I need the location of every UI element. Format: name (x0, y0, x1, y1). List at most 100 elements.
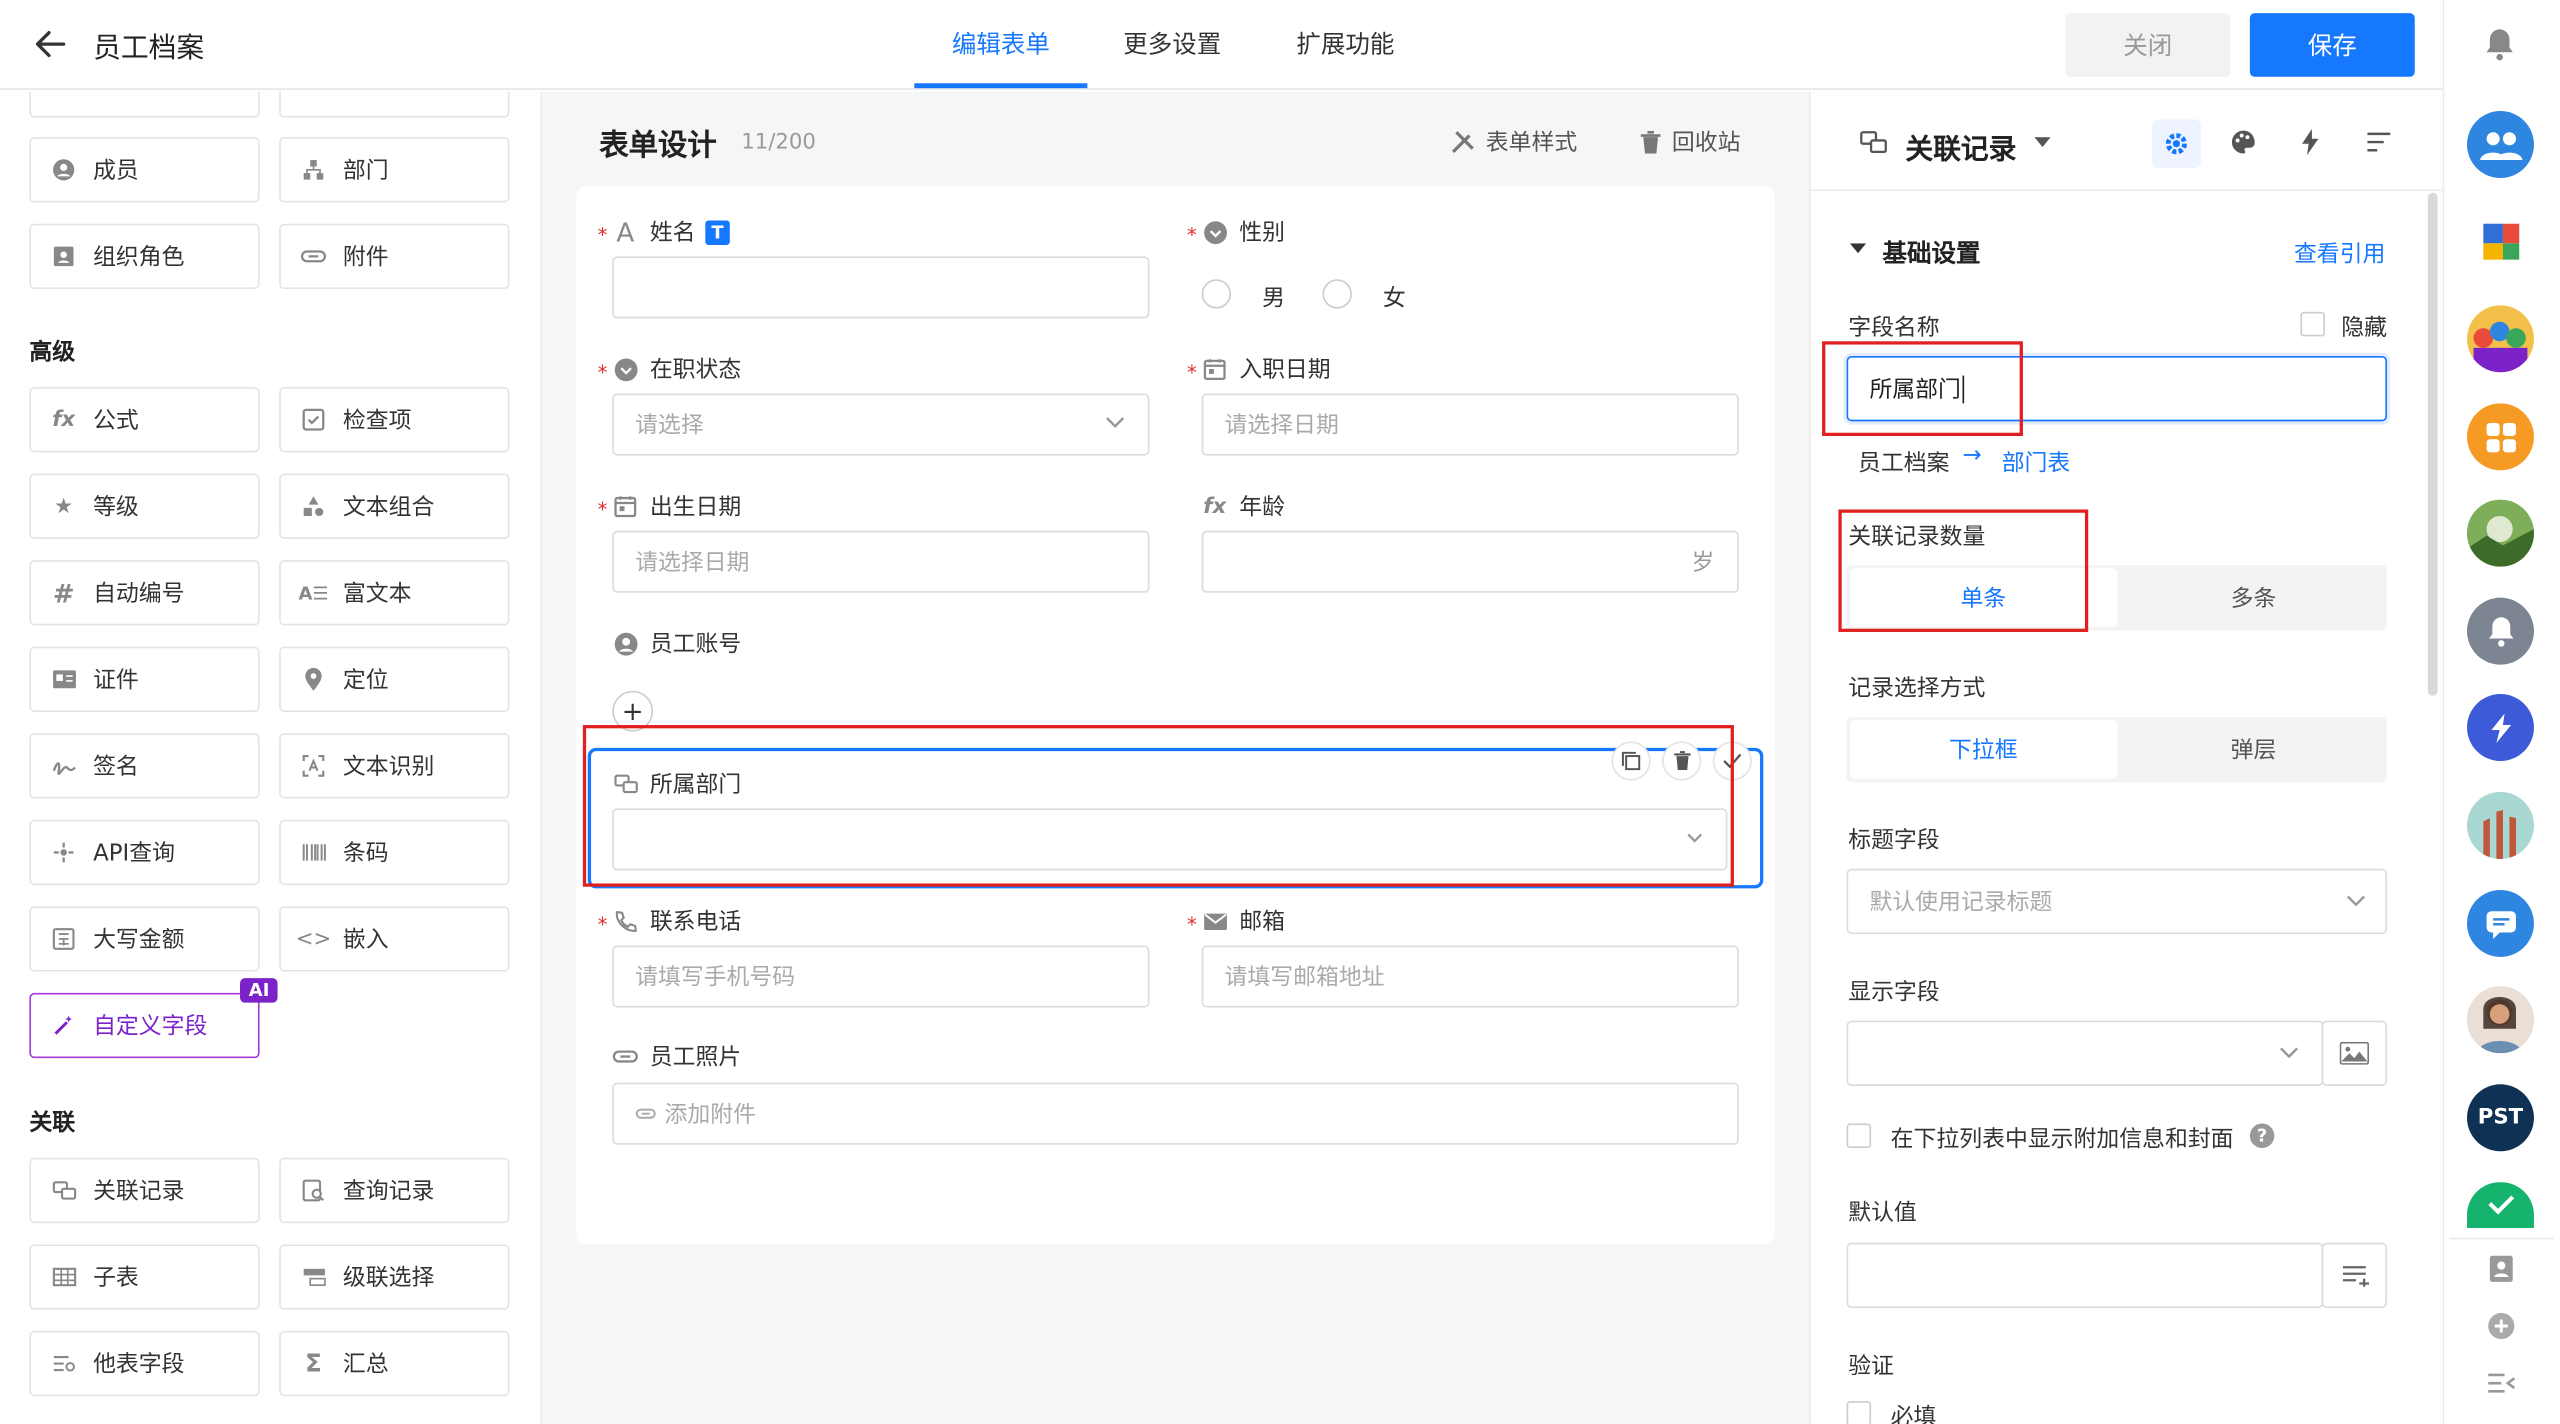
bell-icon[interactable] (2483, 26, 2516, 62)
app-bell-icon[interactable] (2467, 597, 2534, 665)
palette-summary[interactable]: Σ 汇总 (279, 1330, 510, 1397)
label-photo[interactable]: 员工照片 (612, 1040, 741, 1073)
palette-amount-uppercase[interactable]: 大写金额 (29, 906, 260, 972)
team-avatar-icon[interactable] (2467, 111, 2534, 178)
hire-date-input[interactable]: 请选择日期 (1201, 393, 1739, 456)
view-references-link[interactable]: 查看引用 (2294, 237, 2385, 270)
app-chat-icon[interactable] (2467, 889, 2534, 957)
close-button[interactable]: 关闭 (2065, 13, 2231, 77)
palette-member[interactable]: 成员 (29, 137, 260, 203)
amount-icon (51, 926, 77, 952)
field-palette-item[interactable] (29, 91, 260, 118)
age-input[interactable]: 岁 (1201, 530, 1739, 593)
palette-rating[interactable]: ★ 等级 (29, 473, 260, 539)
back-arrow-icon[interactable] (33, 26, 69, 62)
relation-target-link[interactable]: 部门表 (2002, 446, 2071, 479)
label-employee-account[interactable]: 员工账号 (612, 627, 741, 660)
lightning-icon[interactable] (2292, 124, 2328, 160)
add-circle-icon[interactable] (2485, 1310, 2518, 1343)
app-nature-icon[interactable] (2467, 499, 2534, 567)
form-style-button[interactable]: 表单样式 (1450, 126, 1577, 159)
contact-card-icon[interactable] (2485, 1253, 2518, 1286)
save-button[interactable]: 保存 (2249, 13, 2415, 77)
tab-more-settings[interactable]: 更多设置 (1123, 26, 1221, 60)
palette-org-role[interactable]: 组织角色 (29, 223, 260, 290)
cover-image-button[interactable] (2321, 1020, 2388, 1086)
palette-attachment[interactable]: 附件 (279, 223, 510, 290)
palette-embed[interactable]: <> 嵌入 (279, 906, 510, 972)
label-email[interactable]: 邮箱 (1202, 905, 1285, 938)
palette-cascade[interactable]: 级联选择 (279, 1244, 510, 1310)
gear-icon[interactable] (2151, 119, 2201, 169)
phone-input[interactable]: 请填写手机号码 (612, 945, 1150, 1008)
chevron-circle-icon (1202, 219, 1228, 245)
record-count-multiple[interactable]: 多条 (2120, 565, 2387, 630)
default-value-input[interactable] (1846, 1242, 2324, 1309)
properties-scrollbar[interactable] (2427, 192, 2438, 696)
label-name[interactable]: A 姓名 T (612, 216, 730, 249)
label-status[interactable]: 在职状态 (612, 353, 741, 386)
palette-signature[interactable]: 签名 (29, 733, 260, 799)
palette-check-item[interactable]: 检查项 (279, 387, 510, 453)
palette-formula[interactable]: fx 公式 (29, 387, 260, 453)
palette-api-query[interactable]: API查询 (29, 819, 260, 886)
sigma-icon: Σ (305, 1348, 322, 1379)
tab-edit-form[interactable]: 编辑表单 (952, 26, 1050, 60)
palette-rich-text[interactable]: A☰ 富文本 (279, 560, 510, 626)
palette-link-record[interactable]: 关联记录 (29, 1157, 260, 1224)
palette-query-record[interactable]: 查询记录 (279, 1157, 510, 1224)
signature-icon (51, 753, 77, 779)
sort-lines-icon[interactable] (2361, 124, 2397, 160)
palette-id-card[interactable]: 证件 (29, 646, 260, 712)
app-portrait-icon[interactable] (2467, 986, 2534, 1054)
palette-ocr[interactable]: 文本识别 (279, 733, 510, 799)
label-hire-date[interactable]: 入职日期 (1202, 353, 1331, 386)
tab-extensions[interactable]: 扩展功能 (1296, 26, 1394, 60)
default-value-options-button[interactable] (2321, 1242, 2388, 1309)
palette-text-combo[interactable]: 文本组合 (279, 473, 510, 539)
palette-icon[interactable] (2225, 124, 2261, 160)
palette-subtable[interactable]: 子表 (29, 1244, 260, 1310)
caret-down-icon[interactable] (1849, 243, 1867, 254)
palette-barcode[interactable]: 条码 (279, 819, 510, 886)
palette-auto-number[interactable]: # 自动编号 (29, 560, 260, 626)
app-cube-icon[interactable] (2467, 207, 2534, 275)
birth-date-input[interactable]: 请选择日期 (612, 530, 1150, 593)
title-field-select[interactable]: 默认使用记录标题 (1846, 868, 2388, 935)
palette-location[interactable]: 定位 (279, 646, 510, 712)
app-grid-icon[interactable] (2467, 403, 2534, 471)
email-input[interactable]: 请填写邮箱地址 (1201, 945, 1739, 1008)
palette-other-table-field[interactable]: 他表字段 (29, 1330, 260, 1397)
required-checkbox[interactable] (1846, 1401, 1872, 1424)
display-field-select[interactable] (1846, 1020, 2324, 1086)
hidden-checkbox[interactable] (2300, 311, 2325, 337)
caret-down-icon[interactable] (2034, 137, 2051, 147)
validation-label: 验证 (1848, 1353, 1894, 1380)
photo-attachment-input[interactable]: 添加附件 (612, 1082, 1739, 1145)
select-method-dropdown[interactable]: 下拉框 (1849, 720, 2117, 779)
collapse-menu-icon[interactable] (2485, 1367, 2518, 1400)
pst-app-icon[interactable]: PST (2467, 1084, 2534, 1152)
app-hands-icon[interactable] (2467, 792, 2534, 859)
properties-title[interactable]: 关联记录 (1905, 126, 2016, 167)
label-birth-date[interactable]: 出生日期 (612, 490, 741, 523)
recycle-bin-button[interactable]: 回收站 (1639, 126, 1740, 159)
palette-department[interactable]: 部门 (279, 137, 510, 203)
hash-icon: # (52, 577, 75, 609)
app-spark-icon[interactable] (2467, 694, 2534, 761)
name-input[interactable] (612, 256, 1150, 319)
api-icon (51, 839, 77, 865)
field-palette-item[interactable] (279, 91, 510, 118)
extra-info-checkbox[interactable] (1846, 1123, 1872, 1148)
app-crowd-icon[interactable] (2467, 305, 2534, 373)
help-icon[interactable]: ? (2249, 1123, 2275, 1148)
paperclip-icon (635, 1107, 656, 1120)
label-age[interactable]: fx 年龄 (1202, 490, 1285, 523)
gender-radio-male[interactable] (1201, 279, 1232, 309)
label-phone[interactable]: 联系电话 (612, 905, 741, 938)
palette-custom-field-ai[interactable]: 自定义字段 AI (29, 978, 278, 1059)
select-method-popup[interactable]: 弹层 (2120, 717, 2387, 782)
status-select[interactable]: 请选择 (612, 393, 1150, 456)
label-gender[interactable]: 性别 (1202, 216, 1285, 249)
gender-radio-female[interactable] (1322, 279, 1352, 309)
